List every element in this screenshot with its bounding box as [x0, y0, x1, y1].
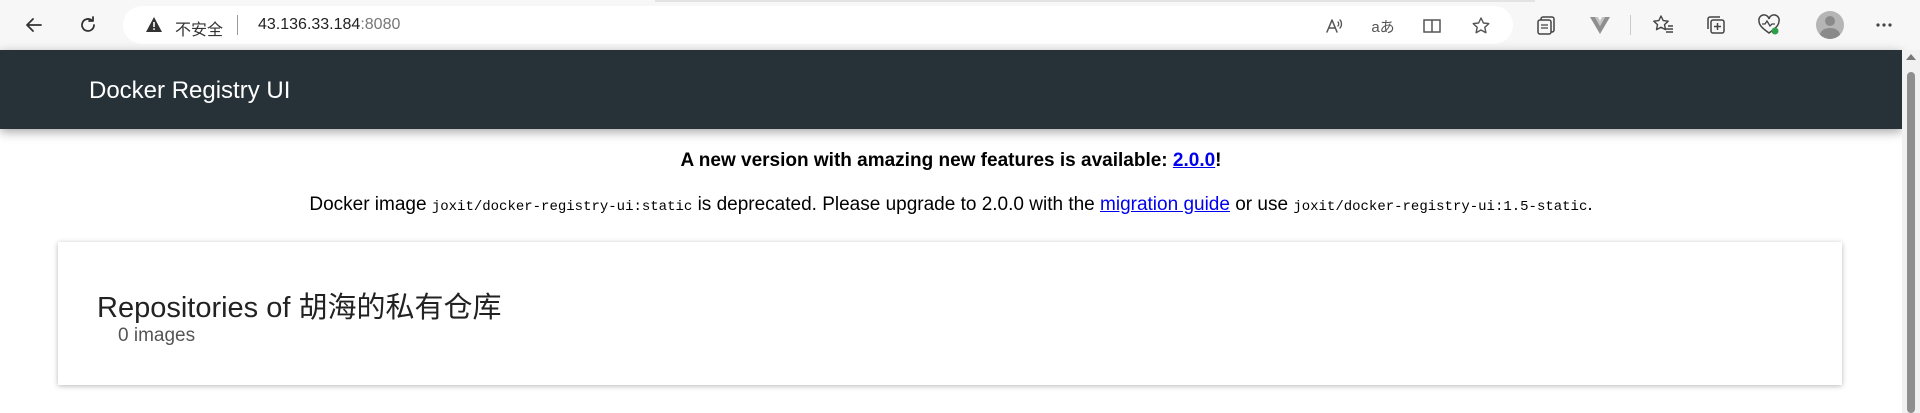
reading-view-icon	[1423, 19, 1441, 33]
new-version-text: A new version with amazing new features …	[680, 150, 1173, 171]
collections-icon	[1707, 16, 1725, 34]
address-divider	[237, 15, 238, 35]
browser-toolbar: 不安全 43.136.33.184:8080 aあ	[0, 0, 1920, 50]
profile-avatar[interactable]	[1816, 11, 1844, 39]
browser-essentials-button[interactable]	[1754, 10, 1784, 40]
star-outline-icon	[1472, 17, 1490, 34]
deprecation-notice: Docker image joxit/docker-registry-ui:st…	[0, 194, 1902, 216]
reading-view-button[interactable]	[1420, 14, 1444, 38]
deprecation-text-3: or use	[1229, 194, 1294, 215]
address-bar[interactable]: 不安全 43.136.33.184:8080 aあ	[123, 6, 1513, 44]
vue-devtools-extension-button[interactable]	[1585, 10, 1615, 40]
deprecated-image-code: joxit/docker-registry-ui:static	[431, 199, 693, 215]
alternative-image-code: joxit/docker-registry-ui:1.5-static	[1293, 199, 1588, 215]
migration-guide-link[interactable]: migration guide	[1100, 194, 1230, 215]
ellipsis-icon	[1876, 23, 1892, 27]
app-header: Docker Registry UI	[0, 50, 1902, 129]
back-arrow-icon	[26, 18, 42, 32]
url-port: :8080	[360, 16, 401, 33]
scrollbar-thumb[interactable]	[1907, 72, 1915, 413]
new-version-banner: A new version with amazing new features …	[0, 150, 1902, 172]
scroll-up-arrow-icon[interactable]	[1906, 54, 1916, 60]
read-aloud-icon	[1326, 19, 1343, 33]
deprecation-text-end: .	[1587, 194, 1593, 215]
tab-actions-button[interactable]	[1532, 10, 1562, 40]
image-count: 0 images	[118, 325, 196, 346]
tab-strip-edge	[655, 0, 1535, 2]
favorites-star-icon	[1653, 15, 1673, 33]
read-aloud-button[interactable]	[1322, 14, 1346, 38]
refresh-icon	[81, 16, 95, 32]
refresh-button[interactable]	[72, 9, 104, 41]
collections-button[interactable]	[1701, 10, 1731, 40]
translate-icon: aあ	[1371, 18, 1395, 36]
url-text[interactable]: 43.136.33.184:8080	[258, 16, 400, 34]
deprecation-text-2: is deprecated. Please upgrade to 2.0.0 w…	[692, 194, 1101, 215]
url-host: 43.136.33.184	[258, 16, 361, 33]
back-button[interactable]	[18, 9, 50, 41]
favorite-button[interactable]	[1469, 14, 1493, 38]
repositories-card: Repositories of 胡海的私有仓库 0 images	[58, 242, 1842, 385]
toolbar-divider	[1630, 15, 1631, 35]
deprecation-text-1: Docker image	[309, 194, 432, 215]
app-title[interactable]: Docker Registry UI	[89, 77, 290, 105]
version-link[interactable]: 2.0.0	[1173, 150, 1215, 171]
repositories-title: Repositories of 胡海的私有仓库	[97, 292, 502, 324]
vertical-scrollbar[interactable]	[1902, 50, 1920, 413]
vue-logo-icon	[1590, 17, 1610, 34]
heart-pulse-icon	[1758, 14, 1780, 35]
warning-icon[interactable]	[145, 16, 163, 34]
new-version-suffix: !	[1215, 150, 1222, 171]
favorites-button[interactable]	[1648, 10, 1678, 40]
security-status-label[interactable]: 不安全	[175, 16, 223, 40]
translate-button[interactable]: aあ	[1371, 14, 1395, 38]
settings-more-button[interactable]	[1869, 10, 1899, 40]
tab-actions-icon	[1537, 16, 1555, 35]
